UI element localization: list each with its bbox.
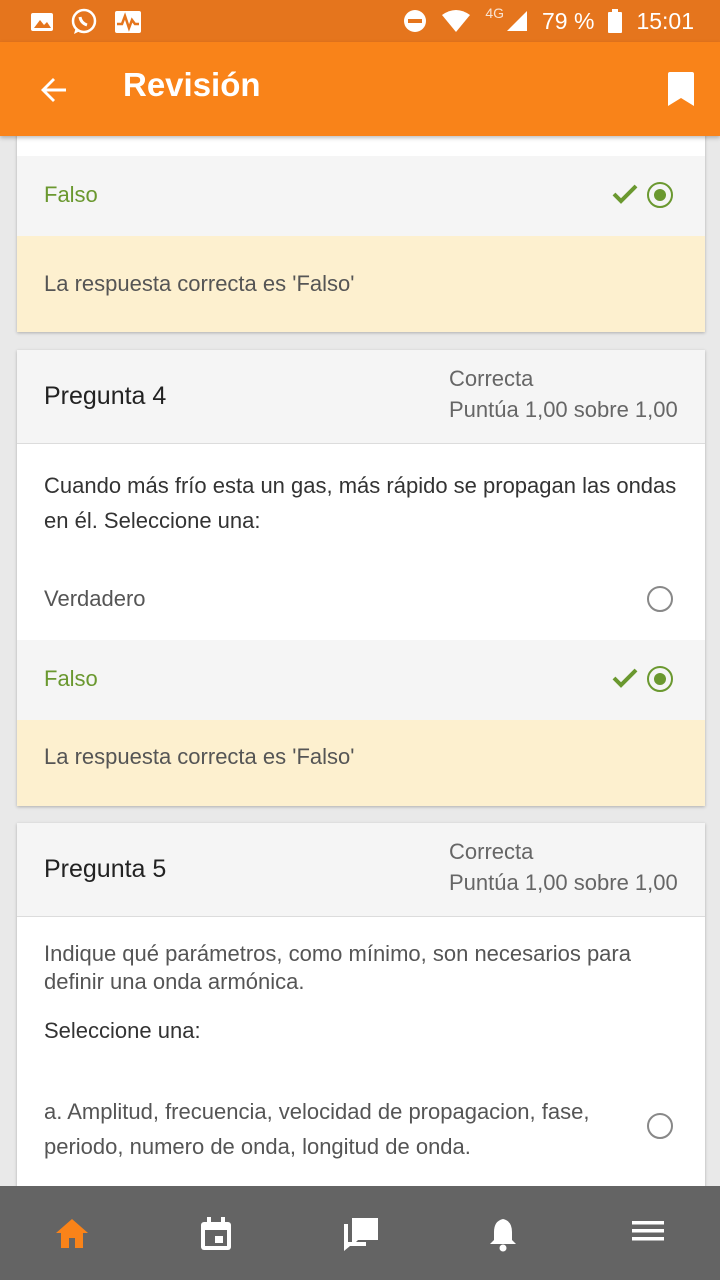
option-label: Verdadero [44, 586, 146, 611]
question-text: Cuando más frío esta un gas, más rápido … [44, 473, 677, 533]
bottom-navigation [0, 1186, 720, 1280]
nav-messages[interactable] [288, 1186, 432, 1280]
question-card-3: Falso La respuesta correcta es 'Falso' [17, 136, 705, 332]
wifi-icon [442, 10, 471, 32]
calendar-icon [201, 1217, 231, 1250]
battery-icon [608, 9, 623, 33]
question-title: Pregunta 4 [44, 382, 167, 410]
check-icon [612, 184, 638, 204]
feedback-box: La respuesta correcta es 'Falso' [17, 236, 705, 332]
clock: 15:01 [636, 7, 694, 34]
notifications-icon [490, 1219, 516, 1252]
page-title: Revisión [123, 66, 261, 103]
review-content[interactable]: Falso La respuesta correcta es 'Falso' P… [0, 136, 720, 1186]
pulse-icon [115, 11, 141, 33]
nav-calendar[interactable] [144, 1186, 288, 1280]
nav-notifications[interactable] [432, 1186, 576, 1280]
option-falso[interactable]: Falso [17, 156, 705, 236]
nav-home[interactable] [0, 1186, 144, 1280]
arrow-left-icon [41, 78, 66, 102]
app-bar: Revisión [0, 42, 720, 136]
check-icon [612, 668, 638, 688]
menu-icon [632, 1221, 664, 1241]
gallery-icon [31, 13, 53, 31]
bookmark-icon [668, 72, 694, 106]
radio-button[interactable] [647, 586, 673, 612]
option-label: Falso [44, 182, 98, 207]
radio-button[interactable] [647, 1113, 673, 1139]
bookmark-button[interactable] [664, 70, 698, 110]
question-state: Correcta [449, 839, 534, 864]
question-card-4: Pregunta 4 Correcta Puntúa 1,00 sobre 1,… [17, 350, 705, 806]
question-header: Pregunta 5 Correcta Puntúa 1,00 sobre 1,… [17, 823, 705, 917]
question-grade: Puntúa 1,00 sobre 1,00 [449, 397, 678, 422]
option-label: Falso [44, 666, 98, 691]
feedback-box: La respuesta correcta es 'Falso' [17, 720, 705, 806]
do-not-disturb-icon [404, 10, 427, 32]
question-prompt: Seleccione una: [44, 1018, 201, 1043]
battery-level: 79 % [542, 7, 595, 34]
back-button[interactable] [36, 72, 72, 108]
radio-button[interactable] [647, 666, 673, 692]
option-a[interactable]: a. Amplitud, frecuencia, velocidad de pr… [17, 1083, 705, 1173]
option-verdadero[interactable]: Verdadero [17, 560, 705, 640]
network-type: 4G [485, 5, 504, 21]
option-falso[interactable]: Falso [17, 640, 705, 720]
question-state: Correcta [449, 366, 534, 391]
question-text: Indique qué parámetros, como mínimo, son… [44, 941, 631, 994]
question-header: Pregunta 4 Correcta Puntúa 1,00 sobre 1,… [17, 350, 705, 444]
nav-menu[interactable] [576, 1186, 720, 1280]
messages-icon [344, 1218, 378, 1251]
radio-button[interactable] [647, 182, 673, 208]
feedback-text: La respuesta correcta es 'Falso' [44, 271, 355, 296]
question-title: Pregunta 5 [44, 855, 167, 883]
option-label: a. Amplitud, frecuencia, velocidad de pr… [44, 1099, 590, 1159]
whatsapp-icon [71, 8, 97, 34]
status-bar: 4G 79 % 15:01 [0, 0, 720, 42]
home-icon [56, 1219, 88, 1248]
signal-icon [507, 11, 527, 31]
feedback-text: La respuesta correcta es 'Falso' [44, 744, 355, 769]
question-card-5: Pregunta 5 Correcta Puntúa 1,00 sobre 1,… [17, 823, 705, 1186]
question-grade: Puntúa 1,00 sobre 1,00 [449, 870, 678, 895]
